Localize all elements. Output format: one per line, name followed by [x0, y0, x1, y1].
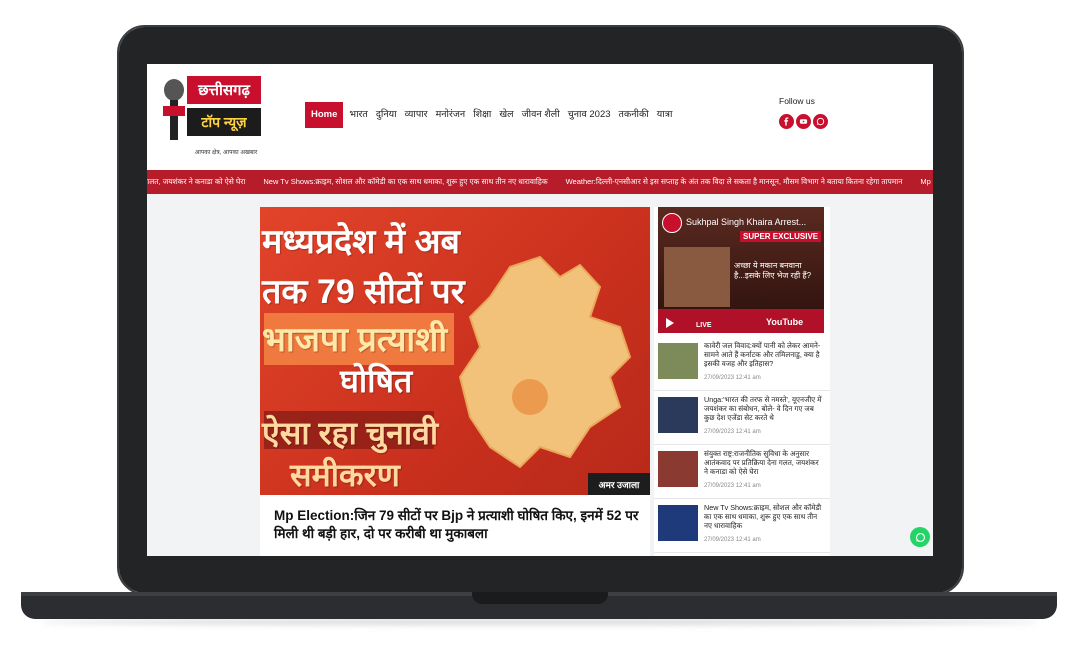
main-content: मध्यप्रदेश में अब तक 79 सीटों पर भाजपा प… [147, 194, 933, 556]
site-logo[interactable]: छत्तीसगढ़ टॉप न्यूज़ आपका क्षेत्र, आपका … [161, 74, 261, 158]
video-embed[interactable]: Sukhpal Singh Khaira Arrest... SUPER EXC… [658, 207, 824, 333]
featured-story-title[interactable]: Mp Election:जिन 79 सीटों पर Bjp ने प्रत्… [274, 507, 640, 543]
list-item[interactable]: Unga:'भारत की तरफ से नमस्ते', यूएनजीए मे… [654, 393, 830, 445]
website-screen: छत्तीसगढ़ टॉप न्यूज़ आपका क्षेत्र, आपका … [147, 64, 933, 556]
ticker-item[interactable]: Mp Election:जिन 79 सीटों पर Bjp ने प्रत्… [920, 177, 933, 187]
news-date: 27/09/2023 12:41 am [704, 375, 761, 381]
nav-item-manoranjan[interactable]: मनोरंजन [432, 102, 470, 128]
list-item[interactable]: संयुक्त राष्ट्र:राजनीतिक सुविधा के अनुसा… [654, 447, 830, 499]
follow-title: Follow us [779, 96, 815, 106]
site-header: छत्तीसगढ़ टॉप न्यूज़ आपका क्षेत्र, आपका … [147, 64, 933, 168]
video-caption: अच्छा ये मकान बनवाना है...इसके लिए भेज र… [734, 261, 812, 281]
social-links [779, 114, 839, 129]
amar-ujala-watermark: अमर उजाला [588, 473, 650, 495]
ticker-item[interactable]: Weather:दिल्ली-एनसीआर से इस सप्ताह के अं… [566, 177, 921, 187]
nav-item-chunav[interactable]: चुनाव 2023 [564, 102, 615, 128]
news-date: 27/09/2023 12:41 am [704, 429, 761, 435]
logo-title-bottom: टॉप न्यूज़ [187, 108, 261, 136]
logo-title-top: छत्तीसगढ़ [187, 76, 261, 104]
news-thumbnail[interactable] [658, 451, 698, 487]
youtube-logo[interactable]: YouTube [766, 317, 803, 327]
nav-item-shiksha[interactable]: शिक्षा [469, 102, 495, 128]
news-date: 27/09/2023 12:41 am [704, 483, 761, 489]
live-label: LIVE [696, 322, 712, 329]
nav-item-takniki[interactable]: तकनीकी [615, 102, 653, 128]
news-title[interactable]: New Tv Shows:क्राइम, सोशल और कॉमेडी का ए… [704, 503, 824, 530]
madhya-pradesh-map-graphic [458, 255, 632, 469]
image-headline-line: घोषित [340, 363, 413, 399]
featured-story[interactable]: मध्यप्रदेश में अब तक 79 सीटों पर भाजपा प… [260, 207, 650, 556]
nav-item-vyapar[interactable]: व्यापार [401, 102, 432, 128]
facebook-icon[interactable] [779, 114, 794, 129]
whatsapp-chat-icon[interactable] [910, 527, 930, 547]
news-thumbnail[interactable] [658, 343, 698, 379]
nav-item-khel[interactable]: खेल [495, 102, 517, 128]
play-icon[interactable] [666, 318, 674, 328]
nav-item-duniya[interactable]: दुनिया [372, 102, 401, 128]
nav-item-jeevan-shaili[interactable]: जीवन शैली [518, 102, 564, 128]
video-title[interactable]: Sukhpal Singh Khaira Arrest... [686, 217, 806, 227]
news-ticker: गलत, जयशंकर ने कनाडा को ऐसे घेरा New Tv … [147, 170, 933, 194]
news-list: कावेरी जल विवाद:क्यों पानी को लेकर आमने-… [654, 339, 830, 555]
news-title[interactable]: कावेरी जल विवाद:क्यों पानी को लेकर आमने-… [704, 341, 824, 368]
image-headline-line: समीकरण [290, 457, 400, 493]
follow-us: Follow us [779, 96, 839, 129]
image-headline-line: तक 79 सीटों पर [262, 273, 465, 311]
ticker-track: गलत, जयशंकर ने कनाडा को ऐसे घेरा New Tv … [147, 177, 933, 187]
nav-item-bharat[interactable]: भारत [345, 102, 371, 128]
image-headline-line: भाजपा प्रत्याशी [262, 321, 448, 359]
ticker-item[interactable]: गलत, जयशंकर ने कनाडा को ऐसे घेरा [147, 177, 263, 187]
nav-item-home[interactable]: Home [305, 102, 344, 128]
image-headline-line: मध्यप्रदेश में अब [262, 223, 460, 261]
news-thumbnail[interactable] [658, 505, 698, 541]
news-date: 27/09/2023 12:41 am [704, 537, 761, 543]
main-nav: Home भारत दुनिया व्यापार मनोरंजन शिक्षा … [305, 102, 676, 128]
featured-image[interactable]: मध्यप्रदेश में अब तक 79 सीटों पर भाजपा प… [260, 207, 650, 495]
nav-item-yatra[interactable]: यात्रा [653, 102, 677, 128]
news-thumbnail[interactable] [658, 397, 698, 433]
video-badge: SUPER EXCLUSIVE [740, 231, 822, 242]
youtube-icon[interactable] [796, 114, 811, 129]
news-title[interactable]: संयुक्त राष्ट्र:राजनीतिक सुविधा के अनुसा… [704, 449, 824, 476]
microphone-icon [163, 79, 185, 140]
sidebar: Sukhpal Singh Khaira Arrest... SUPER EXC… [654, 207, 830, 556]
laptop-notch [472, 592, 608, 604]
news-title[interactable]: Unga:'भारत की तरफ से नमस्ते', यूएनजीए मे… [704, 395, 824, 422]
channel-avatar [662, 213, 682, 233]
logo-tagline: आपका क्षेत्र, आपका अखबार [194, 150, 258, 156]
list-item[interactable]: New Tv Shows:क्राइम, सोशल और कॉमेडी का ए… [654, 501, 830, 553]
logo-title-bottom-text: टॉप न्यूज़ [201, 113, 247, 130]
laptop-shadow [40, 619, 1040, 625]
ticker-item[interactable]: New Tv Shows:क्राइम, सोशल और कॉमेडी का ए… [263, 177, 565, 187]
list-item[interactable]: कावेरी जल विवाद:क्यों पानी को लेकर आमने-… [654, 339, 830, 391]
image-headline-line: ऐसा रहा चुनावी [262, 415, 439, 451]
whatsapp-icon[interactable] [813, 114, 828, 129]
video-thumbnail [664, 247, 730, 307]
